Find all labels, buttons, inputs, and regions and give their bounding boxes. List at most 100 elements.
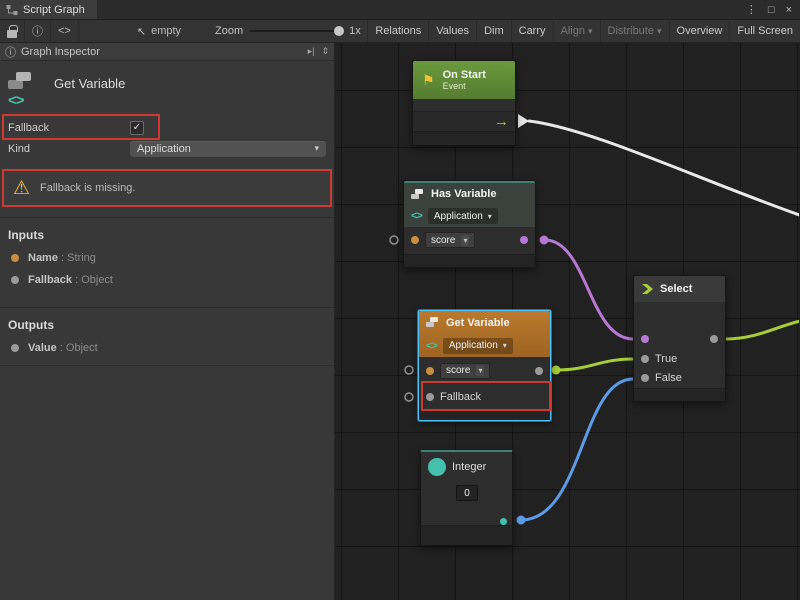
distribute-dropdown-button[interactable]: Distribute bbox=[600, 20, 669, 42]
object-port-icon bbox=[11, 344, 19, 352]
object-port-icon bbox=[11, 276, 19, 284]
pointer-icon: ↖ bbox=[137, 25, 146, 38]
dim-button[interactable]: Dim bbox=[476, 20, 511, 42]
integer-output-port[interactable] bbox=[500, 518, 507, 525]
tab-script-graph[interactable]: Script Graph bbox=[0, 0, 97, 19]
close-icon[interactable]: × bbox=[786, 4, 792, 16]
selection-output-port[interactable] bbox=[710, 335, 718, 343]
scroll-arrows-icon[interactable]: ⇕ bbox=[321, 46, 329, 57]
name-input-port[interactable] bbox=[426, 367, 434, 375]
output-row-value: Value : Object bbox=[0, 337, 334, 359]
code-icon: <> bbox=[411, 210, 422, 222]
integer-value-field[interactable]: 0 bbox=[456, 485, 478, 501]
false-input-port[interactable] bbox=[641, 374, 649, 382]
code-toggle-button[interactable]: <> bbox=[51, 20, 79, 42]
node-title: Get Variable bbox=[446, 317, 510, 329]
warning-icon: ⚠ bbox=[13, 179, 30, 198]
flag-icon: ⚑ bbox=[422, 73, 435, 87]
kind-label: Kind bbox=[8, 143, 130, 155]
empty-label: empty bbox=[151, 25, 181, 37]
overview-button[interactable]: Overview bbox=[669, 20, 730, 42]
inputs-header: Inputs bbox=[0, 223, 334, 247]
warning-text: Fallback is missing. bbox=[40, 182, 135, 194]
graph-canvas[interactable]: ⚑ On Start Event → Has Variable bbox=[335, 43, 800, 600]
graph-toolbar: ⓘ <> ↖ empty Zoom 1x Relations Values Di… bbox=[0, 20, 800, 43]
relations-button[interactable]: Relations bbox=[367, 20, 428, 42]
info-icon: ⓘ bbox=[5, 44, 16, 60]
code-icon: <> bbox=[8, 93, 44, 108]
full-screen-button[interactable]: Full Screen bbox=[729, 20, 800, 42]
fallback-field-row: Fallback ✓ bbox=[0, 117, 334, 138]
node-title: Integer bbox=[452, 461, 486, 473]
menu-icon[interactable]: ⋮ bbox=[746, 3, 757, 16]
tab-label: Script Graph bbox=[23, 4, 85, 16]
node-select[interactable]: Select True False bbox=[633, 275, 726, 402]
lock-button[interactable] bbox=[0, 20, 25, 42]
info-icon: ⓘ bbox=[32, 23, 43, 39]
code-icon: <> bbox=[58, 25, 71, 37]
script-graph-window: Script Graph ⋮ □ × ⓘ <> ↖ empty Zoom 1x … bbox=[0, 0, 800, 600]
inputs-section: Inputs Name : String Fallback : Object bbox=[0, 217, 334, 297]
node-on-start[interactable]: ⚑ On Start Event → bbox=[412, 60, 516, 146]
unit-title-block: <> Get Variable bbox=[0, 61, 334, 117]
node-title: Has Variable bbox=[431, 188, 496, 200]
select-icon bbox=[641, 283, 654, 295]
zoom-slider[interactable] bbox=[250, 30, 342, 32]
false-port-label: False bbox=[655, 372, 682, 384]
dock-icon[interactable]: ▸| bbox=[308, 46, 315, 57]
zoom-slider-thumb[interactable] bbox=[334, 26, 344, 36]
kind-dropdown[interactable]: Application bbox=[130, 141, 326, 157]
node-subtitle: Event bbox=[443, 81, 486, 91]
variables-stack-icon bbox=[411, 189, 425, 200]
kind-field-row: Kind Application bbox=[0, 138, 334, 159]
selection-status: ↖ empty bbox=[137, 25, 181, 38]
align-dropdown-button[interactable]: Align bbox=[553, 20, 600, 42]
warning-box: ⚠ Fallback is missing. bbox=[2, 169, 332, 207]
node-get-variable[interactable]: Get Variable <> Application score Fallba… bbox=[418, 310, 551, 421]
connection-wires bbox=[335, 43, 799, 600]
fallback-checkbox[interactable]: ✓ bbox=[130, 121, 144, 135]
variables-stack-icon bbox=[8, 71, 34, 91]
node-integer[interactable]: Integer 0 bbox=[420, 450, 513, 546]
variable-name-dropdown[interactable]: score bbox=[440, 363, 490, 379]
fallback-label: Fallback bbox=[8, 122, 130, 134]
zoom-label: Zoom bbox=[215, 25, 243, 37]
values-button[interactable]: Values bbox=[428, 20, 476, 42]
code-icon: <> bbox=[426, 340, 437, 352]
kind-value: Application bbox=[137, 143, 191, 155]
graph-icon bbox=[6, 4, 18, 16]
unit-title: Get Variable bbox=[54, 71, 125, 111]
check-icon: ✓ bbox=[133, 123, 141, 133]
integer-type-icon bbox=[428, 458, 446, 476]
variables-stack-icon bbox=[426, 317, 440, 328]
string-port-icon bbox=[11, 254, 19, 262]
outputs-header: Outputs bbox=[0, 313, 334, 337]
graph-inspector-panel: ⓘ Graph Inspector ▸| ⇕ <> Get Variable F… bbox=[0, 43, 335, 600]
condition-input-port[interactable] bbox=[641, 335, 649, 343]
outputs-section: Outputs Value : Object bbox=[0, 307, 334, 366]
inspector-header: ⓘ Graph Inspector ▸| ⇕ bbox=[0, 43, 334, 61]
zoom-value: 1x bbox=[349, 25, 361, 37]
true-port-label: True bbox=[655, 353, 677, 365]
bool-output-port[interactable] bbox=[520, 236, 528, 244]
value-output-port[interactable] bbox=[535, 367, 543, 375]
input-row-fallback: Fallback : Object bbox=[0, 269, 334, 291]
fallback-port-label: Fallback bbox=[440, 391, 481, 403]
flow-arrow-icon[interactable]: → bbox=[494, 114, 509, 129]
variable-kind-dropdown[interactable]: Application bbox=[443, 338, 513, 354]
node-title: On Start bbox=[443, 69, 486, 81]
fallback-input-port[interactable] bbox=[426, 393, 434, 401]
inspector-title: Graph Inspector bbox=[21, 46, 100, 58]
maximize-icon[interactable]: □ bbox=[768, 4, 775, 16]
node-has-variable[interactable]: Has Variable <> Application score bbox=[403, 180, 536, 268]
carry-button[interactable]: Carry bbox=[511, 20, 553, 42]
input-row-name: Name : String bbox=[0, 247, 334, 269]
true-input-port[interactable] bbox=[641, 355, 649, 363]
name-input-port[interactable] bbox=[411, 236, 419, 244]
flow-port-triangle bbox=[518, 114, 529, 128]
variable-name-dropdown[interactable]: score bbox=[425, 232, 475, 248]
info-toggle-button[interactable]: ⓘ bbox=[25, 20, 51, 42]
titlebar: Script Graph ⋮ □ × bbox=[0, 0, 800, 20]
node-title: Select bbox=[660, 283, 692, 295]
variable-kind-dropdown[interactable]: Application bbox=[428, 208, 498, 224]
